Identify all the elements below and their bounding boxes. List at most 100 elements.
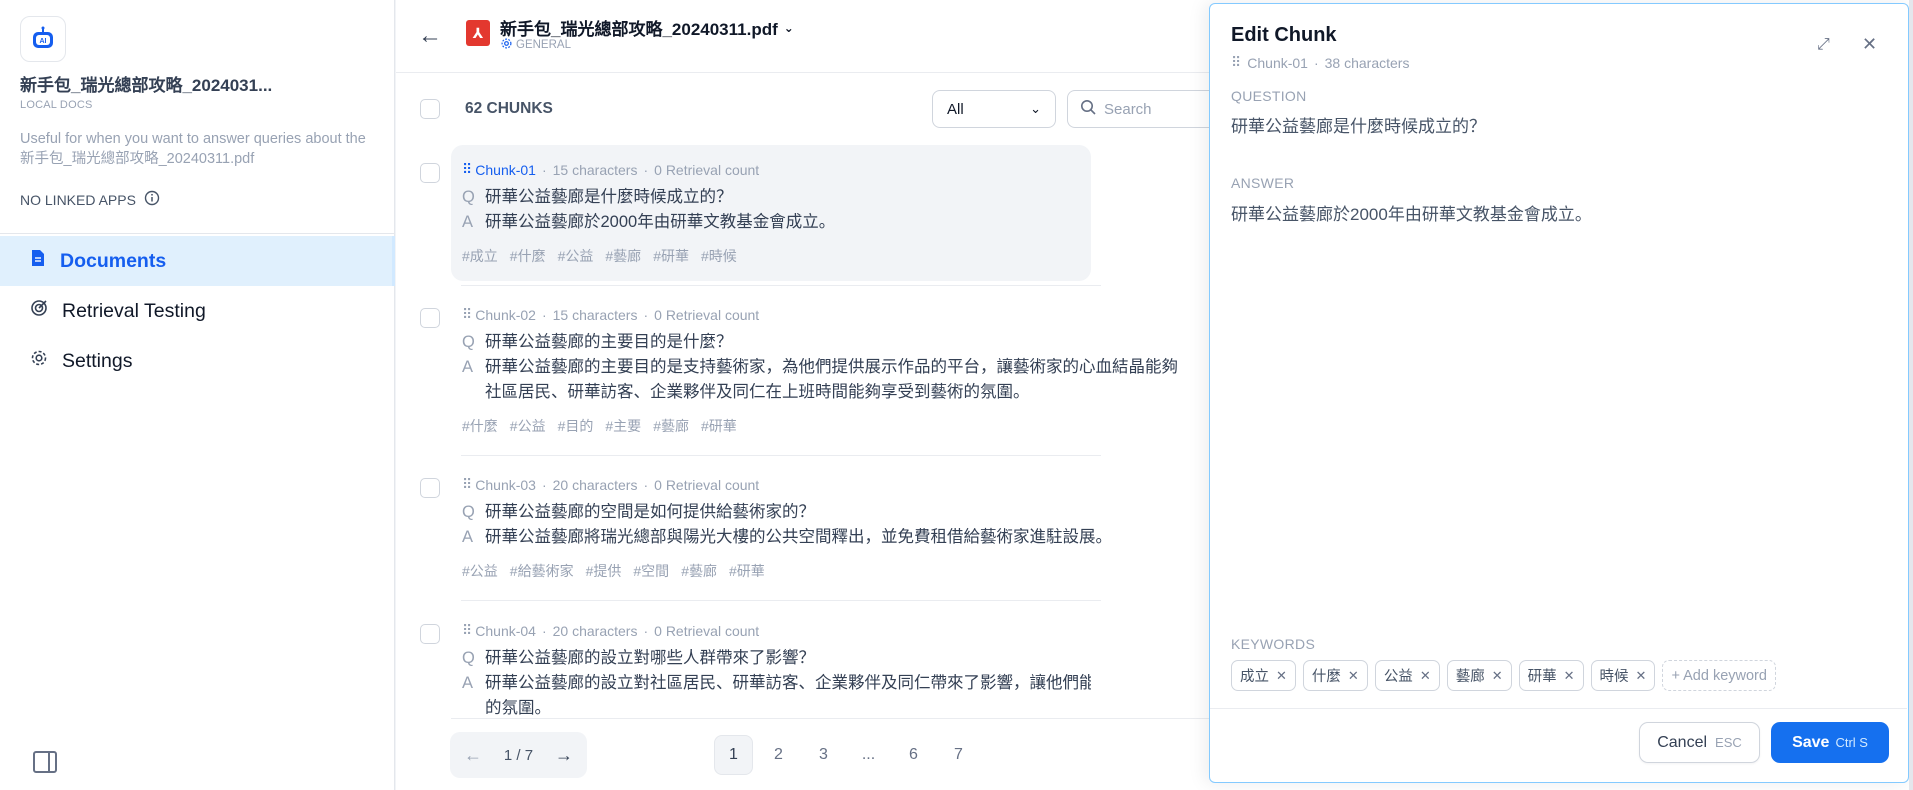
select-all-checkbox[interactable]	[420, 99, 440, 119]
chunk-divider	[461, 600, 1101, 601]
answer-field[interactable]: 研華公益藝廊於2000年由研華文教基金會成立。	[1231, 200, 1592, 225]
search-icon	[1080, 99, 1096, 120]
list-footer-divider	[451, 718, 1311, 719]
pdf-file-icon: ⅄	[466, 20, 490, 46]
chunk-checkbox[interactable]	[420, 478, 440, 498]
chunk-id: ⠿ Chunk-01	[462, 161, 536, 178]
panel-footer-divider	[1210, 708, 1907, 709]
sidebar-toggle-icon[interactable]	[33, 751, 57, 773]
chevron-down-icon: ⌄	[1030, 101, 1041, 116]
chunk-divider	[461, 285, 1101, 286]
chunk-answer-continued: 的氛圍。	[485, 699, 551, 717]
chunk-question: Q 研華公益藝廊的設立對哪些人群帶來了影響？	[462, 649, 815, 667]
document-mode: GENERAL	[501, 38, 571, 52]
keywords-list: 成立 ✕ 什麼 ✕ 公益 ✕ 藝廊 ✕ 研華 ✕ 時候 ✕ + Add keyword	[1231, 660, 1776, 691]
nav-settings[interactable]: Settings	[0, 336, 395, 386]
remove-keyword-icon[interactable]: ✕	[1492, 668, 1503, 684]
save-button-label: Save	[1792, 733, 1830, 751]
page-ellipsis: ...	[861, 746, 876, 763]
chunk-tags: #什麼 #公益 #目的 #主要 #藝廊 #研華	[462, 418, 737, 434]
chunk-chars: 15 characters	[552, 161, 638, 178]
cancel-button[interactable]: Cancel ESC	[1639, 722, 1760, 763]
keyword-tag[interactable]: 藝廊 ✕	[1446, 660, 1512, 691]
search-input[interactable]	[1104, 100, 1214, 118]
chunk-divider	[461, 455, 1101, 456]
page-button[interactable]: 1	[714, 735, 753, 775]
edit-chunk-panel: Edit Chunk ⠿ Chunk-01 · 38 characters ⤢ …	[1209, 3, 1909, 783]
keyword-tag[interactable]: 成立 ✕	[1231, 660, 1296, 691]
answer-label: ANSWER	[1231, 175, 1295, 191]
panel-meta: ⠿ Chunk-01 · 38 characters	[1231, 54, 1410, 71]
remove-keyword-icon[interactable]: ✕	[1564, 668, 1575, 684]
panel-title: Edit Chunk	[1231, 24, 1337, 46]
save-button[interactable]: Save Ctrl S	[1771, 722, 1889, 763]
nav-retrieval-testing[interactable]: Retrieval Testing	[0, 286, 395, 336]
linked-apps-status: NO LINKED APPS	[20, 190, 160, 209]
panel-chunk-id: Chunk-01	[1247, 54, 1308, 71]
back-arrow-icon[interactable]: ←	[418, 22, 442, 50]
chunk-answer: A 研華公益藝廊將瑞光總部與陽光大樓的公共空間釋出，並免費租借給藝術家進駐設展。	[462, 528, 1112, 546]
nav-documents[interactable]: Documents	[0, 236, 395, 286]
close-icon[interactable]: ✕	[1862, 34, 1877, 55]
document-selector[interactable]: 新手包_瑞光總部攻略_20240311.pdf ⌄	[500, 15, 794, 40]
document-mode-label: GENERAL	[516, 39, 571, 51]
document-icon	[30, 249, 46, 273]
ai-robot-icon: AI	[20, 16, 66, 62]
sidebar: AI 新手包_瑞光總部攻略_2024031... LOCAL DOCS Usef…	[0, 0, 395, 790]
info-icon[interactable]	[144, 190, 160, 209]
panel-chunk-chars: 38 characters	[1324, 54, 1410, 71]
grip-icon: ⠿	[1231, 54, 1242, 70]
grip-icon: ⠿	[462, 622, 473, 638]
keyword-tag[interactable]: 什麼 ✕	[1302, 660, 1368, 691]
prev-page-arrow-icon[interactable]: ←	[464, 745, 482, 766]
chunk-checkbox[interactable]	[420, 163, 440, 183]
remove-keyword-icon[interactable]: ✕	[1276, 668, 1287, 684]
chunk-answer: A 研華公益藝廊於2000年由研華文教基金會成立。	[462, 213, 836, 231]
chunk-card[interactable]: ⠿ Chunk-01 · 15 characters · 0 Retrieval co…	[451, 145, 1091, 281]
page-indicator: 1 / 7	[503, 746, 534, 764]
remove-keyword-icon[interactable]: ✕	[1636, 668, 1647, 684]
app-description: Useful for when you want to answer queri…	[20, 131, 366, 167]
chunk-card[interactable]: ⠿ Chunk-04 · 20 characters · 0 Retrieval co…	[451, 606, 1091, 718]
question-label: QUESTION	[1231, 88, 1307, 104]
keyword-tag[interactable]: 公益 ✕	[1374, 660, 1440, 691]
keyword-tag[interactable]: 研華 ✕	[1518, 660, 1584, 691]
page-button[interactable]: 6	[894, 735, 933, 775]
svg-text:AI: AI	[40, 38, 47, 45]
expand-icon[interactable]: ⤢	[1817, 36, 1830, 54]
question-field[interactable]: 研華公益藝廊是什麼時候成立的？	[1231, 112, 1486, 137]
keyword-tag[interactable]: 時候 ✕	[1590, 660, 1656, 691]
scrollbar[interactable]	[1909, 0, 1913, 790]
keywords-label: KEYWORDS	[1231, 636, 1316, 652]
chunk-id: ⠿ Chunk-02	[462, 306, 536, 323]
chunk-checkbox[interactable]	[420, 308, 440, 328]
page-button[interactable]: 3	[804, 735, 843, 775]
chunk-card[interactable]: ⠿ Chunk-03 · 20 characters · 0 Retrieval co…	[451, 460, 1112, 595]
search-box[interactable]	[1067, 90, 1227, 128]
page-button[interactable]: 7	[939, 735, 978, 775]
chunk-retrieval: 0 Retrieval count	[654, 622, 760, 639]
chunk-retrieval: 0 Retrieval count	[654, 306, 760, 323]
chunk-checkbox[interactable]	[420, 624, 440, 644]
page-button[interactable]: 2	[759, 735, 798, 775]
chevron-down-icon: ⌄	[783, 20, 794, 35]
chunk-chars: 20 characters	[552, 476, 638, 493]
add-keyword-button[interactable]: + Add keyword	[1662, 660, 1776, 691]
chunk-answer-continued: 社區居民、研華訪客、企業夥伴及同仁在上班時間能夠享受到藝術的氛圍。	[485, 383, 1030, 401]
grip-icon: ⠿	[462, 306, 473, 322]
chunk-answer: A研華公益藝廊的設立對社區居民、研華訪客、企業夥伴及同仁帶來了影響，讓他們能在日…	[462, 674, 1091, 692]
next-page-arrow-icon[interactable]: →	[555, 745, 573, 766]
app-title: 新手包_瑞光總部攻略_2024031...	[20, 76, 273, 95]
chunk-question: Q 研華公益藝廊的空間是如何提供給藝術家的？	[462, 503, 815, 521]
remove-keyword-icon[interactable]: ✕	[1348, 668, 1359, 684]
chunks-count: 62 CHUNKS	[465, 100, 553, 117]
chunk-retrieval: 0 Retrieval count	[654, 476, 760, 493]
chunk-question: Q 研華公益藝廊是什麼時候成立的？	[462, 188, 733, 206]
page-numbers: 1 2 3 ... 6 7	[714, 735, 978, 775]
chunk-card[interactable]: ⠿ Chunk-02 · 15 characters · 0 Retrieval co…	[451, 290, 1178, 450]
filter-select[interactable]: All ⌄	[932, 90, 1056, 128]
nav-settings-label: Settings	[62, 349, 133, 372]
chunk-tags: #成立 #什麼 #公益 #藝廊 #研華 #時候	[462, 248, 737, 264]
document-name: 新手包_瑞光總部攻略_20240311.pdf	[500, 20, 778, 39]
remove-keyword-icon[interactable]: ✕	[1420, 668, 1431, 684]
